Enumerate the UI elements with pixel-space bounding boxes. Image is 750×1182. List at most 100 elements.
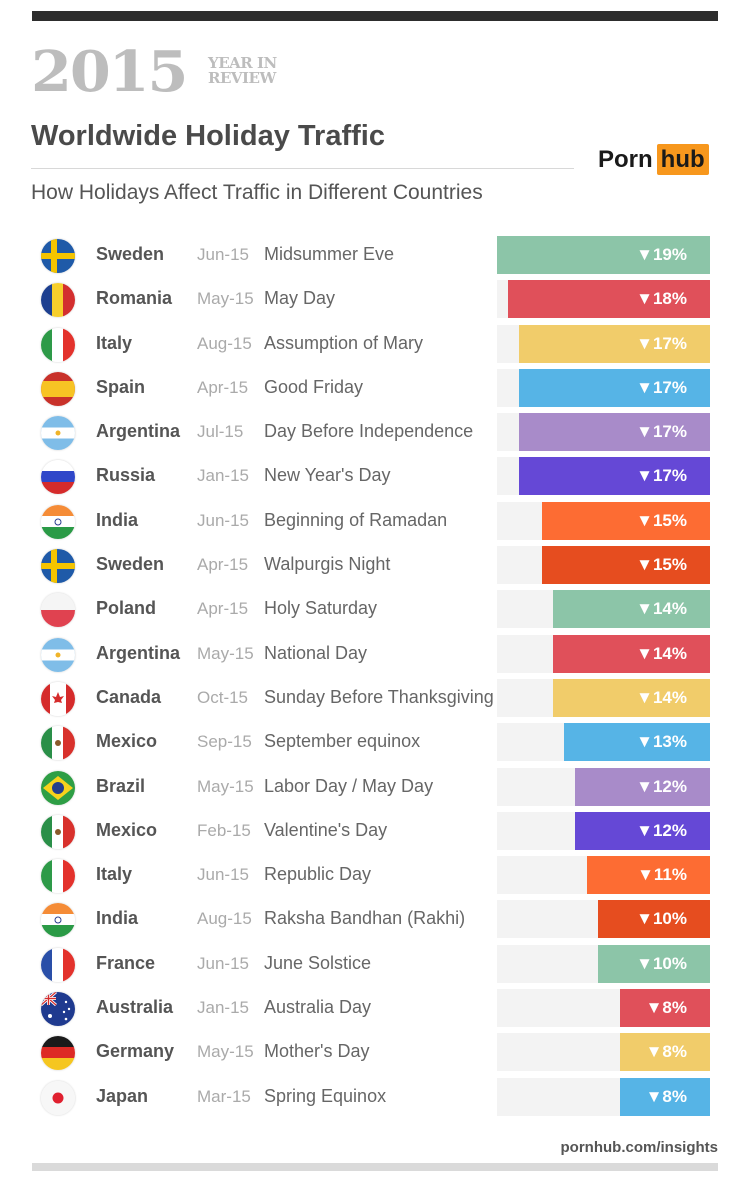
holiday-name: Walpurgis Night	[264, 554, 391, 575]
canada-flag-icon	[41, 681, 75, 716]
chart-title: Worldwide Holiday Traffic	[31, 120, 385, 152]
holiday-name: Midsummer Eve	[264, 244, 395, 264]
bar-value-label: ▼14%	[636, 643, 687, 663]
bar-track: ▼10%	[497, 944, 710, 983]
holiday-date: Aug-15	[197, 333, 252, 353]
holiday-name: Labor Day / May Day	[264, 775, 434, 796]
bar-value-label: ▼15%	[636, 510, 687, 530]
country-name: Argentina	[96, 642, 181, 663]
logo-text-right: hub	[656, 144, 709, 175]
argentina-flag-icon	[41, 637, 75, 672]
bar-value-label: ▼15%	[636, 555, 687, 575]
holiday-date: Sep-15	[197, 732, 252, 752]
bar-value-label: ▼12%	[636, 820, 687, 840]
holiday-name: Valentine's Day	[264, 819, 388, 840]
poland-flag-icon	[41, 593, 75, 628]
chart-row: Argentina Jul-15 Day Before Independence ▼1…	[0, 411, 750, 455]
bar-value-label: ▼18%	[636, 289, 687, 309]
bar-value-label: ▼17%	[636, 466, 687, 486]
holiday-date: Jul-15	[197, 422, 244, 442]
bar-track: ▼8%	[497, 989, 710, 1028]
bar-track: ▼12%	[497, 767, 710, 806]
holiday-name: June Solstice	[264, 952, 372, 973]
country-name: India	[96, 908, 139, 929]
chart-row: Japan Mar-15 Spring Equinox ▼8%	[0, 1076, 750, 1120]
chart-row: Italy Jun-15 Republic Day ▼11%	[0, 854, 750, 898]
holiday-date: Apr-15	[197, 377, 249, 397]
bar-value-label: ▼10%	[636, 909, 687, 929]
russia-flag-icon	[41, 460, 75, 495]
holiday-date: Aug-15	[197, 909, 252, 929]
bar-track: ▼17%	[497, 368, 710, 407]
country-name: Russia	[96, 465, 156, 486]
holiday-name: Mother's Day	[264, 1041, 370, 1062]
holiday-date: Apr-15	[197, 555, 249, 575]
country-name: Germany	[96, 1041, 175, 1062]
bar-track: ▼8%	[497, 1077, 710, 1116]
bar-track: ▼14%	[497, 634, 710, 673]
country-name: India	[96, 509, 139, 530]
holiday-date: Jun-15	[197, 865, 249, 885]
chart-row: Spain Apr-15 Good Friday ▼17%	[0, 367, 750, 411]
holiday-name: Raksha Bandhan (Rakhi)	[264, 908, 466, 929]
holiday-name: Good Friday	[264, 376, 364, 397]
holiday-name: National Day	[264, 642, 368, 663]
bar-track: ▼15%	[497, 501, 710, 540]
holiday-date: Oct-15	[197, 687, 249, 707]
brazil-flag-icon	[41, 770, 75, 805]
australia-flag-icon	[41, 992, 75, 1027]
mexico-flag-icon	[41, 814, 75, 849]
chart-row: Brazil May-15 Labor Day / May Day ▼12%	[0, 766, 750, 810]
holiday-name: Sunday Before Thanksgiving	[264, 686, 494, 707]
holiday-date: Jun-15	[197, 245, 249, 264]
country-name: Poland	[96, 598, 157, 619]
title-divider	[31, 168, 574, 169]
sweden-flag-icon	[41, 239, 75, 273]
bar-value-label: ▼12%	[636, 776, 687, 796]
country-name: Italy	[96, 332, 133, 353]
chart-row: Russia Jan-15 New Year's Day ▼17%	[0, 455, 750, 499]
bar-value-label: ▼17%	[636, 422, 687, 442]
bar-track: ▼17%	[497, 324, 710, 363]
country-name: Mexico	[96, 731, 158, 752]
spain-flag-icon	[41, 371, 75, 406]
year-in-review-line2: REVIEW	[208, 69, 276, 87]
country-name: France	[96, 952, 156, 973]
country-name: Japan	[96, 1085, 149, 1106]
holiday-name: New Year's Day	[264, 465, 391, 486]
holiday-name: Day Before Independence	[264, 421, 474, 442]
bar-value-label: ▼17%	[636, 333, 687, 353]
bar-track: ▼8%	[497, 1033, 710, 1072]
country-name: Spain	[96, 376, 146, 397]
holiday-date: Jan-15	[197, 466, 249, 486]
sweden-flag-icon	[41, 549, 75, 584]
india-flag-icon	[41, 903, 75, 938]
bar-track: ▼13%	[497, 723, 710, 762]
bar-track: ▼18%	[497, 280, 710, 319]
chart-row: Mexico Sep-15 September equinox ▼13%	[0, 721, 750, 765]
country-name: Sweden	[96, 554, 165, 575]
holiday-date: May-15	[197, 289, 254, 309]
germany-flag-icon	[41, 1036, 75, 1071]
holiday-name: Australia Day	[264, 997, 372, 1018]
holiday-date: Jun-15	[197, 953, 249, 973]
holiday-name: Holy Saturday	[264, 598, 378, 619]
chart-row: Poland Apr-15 Holy Saturday ▼14%	[0, 588, 750, 632]
bar-value-label: ▼14%	[636, 599, 687, 619]
argentina-flag-icon	[41, 416, 75, 451]
country-name: Italy	[96, 864, 133, 885]
holiday-date: May-15	[197, 643, 254, 663]
chart-row: Australia Jan-15 Australia Day ▼8%	[0, 987, 750, 1031]
bar-value-label: ▼13%	[636, 732, 687, 752]
chart-row: Sweden Jun-15 Midsummer Eve ▼19%	[0, 234, 750, 278]
brand-logo: Porn hub	[598, 144, 709, 175]
holiday-name: Assumption of Mary	[264, 332, 424, 353]
holiday-name: Spring Equinox	[264, 1085, 387, 1106]
country-name: Brazil	[96, 775, 146, 796]
holiday-date: Jun-15	[197, 510, 249, 530]
bar-track: ▼14%	[497, 678, 710, 717]
chart-row: Mexico Feb-15 Valentine's Day ▼12%	[0, 810, 750, 854]
chart-row: Canada Oct-15 Sunday Before Thanksgiving ▼1…	[0, 677, 750, 721]
bar-value-label: ▼10%	[636, 953, 687, 973]
holiday-date: May-15	[197, 776, 254, 796]
